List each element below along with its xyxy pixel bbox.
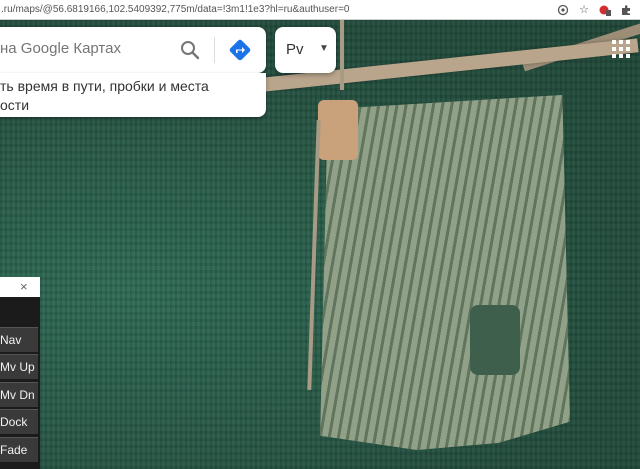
bookmark-star-icon[interactable]: ☆	[578, 4, 590, 16]
search-input[interactable]	[0, 40, 170, 57]
extensions-puzzle-icon[interactable]	[620, 4, 632, 16]
search-divider	[214, 37, 215, 63]
search-icon[interactable]	[180, 40, 200, 65]
dock-panel-header: ×	[0, 277, 40, 297]
extension-red-icon[interactable]	[599, 4, 611, 16]
maps-search-box	[0, 27, 266, 73]
directions-icon[interactable]	[228, 38, 252, 67]
browser-address-bar[interactable]: .ru/maps/@56.6819166,102.5409392,775m/da…	[0, 0, 640, 20]
map-clearing	[318, 100, 358, 160]
hint-line-1: ть время в пути, пробки и места	[0, 78, 209, 94]
layer-label: Рv	[286, 41, 304, 58]
hint-line-2: ости	[0, 97, 30, 113]
apps-grid-icon[interactable]	[612, 40, 630, 63]
dock-fade-button[interactable]: Fade	[0, 437, 38, 462]
caret-down-icon: ▼	[319, 43, 329, 54]
dock-move-up-button[interactable]: Mv Up	[0, 354, 38, 379]
dock-nav-button[interactable]: Nav	[0, 327, 38, 352]
dock-dock-button[interactable]: Dock	[0, 409, 38, 434]
map-trail-north	[340, 20, 344, 90]
directions-hint[interactable]: ть время в пути, пробки и места ости	[0, 73, 266, 117]
browser-toolbar-icons: ☆	[557, 4, 640, 16]
map-tree-patch	[470, 305, 520, 375]
location-icon[interactable]	[557, 4, 569, 16]
url-text[interactable]: .ru/maps/@56.6819166,102.5409392,775m/da…	[0, 4, 557, 15]
close-icon[interactable]: ×	[20, 279, 28, 294]
dock-move-down-button[interactable]: Mv Dn	[0, 382, 38, 407]
dock-panel: × Nav Mv Up Mv Dn Dock Fade	[0, 277, 40, 469]
layer-dropdown-button[interactable]: Рv ▼	[275, 27, 336, 73]
